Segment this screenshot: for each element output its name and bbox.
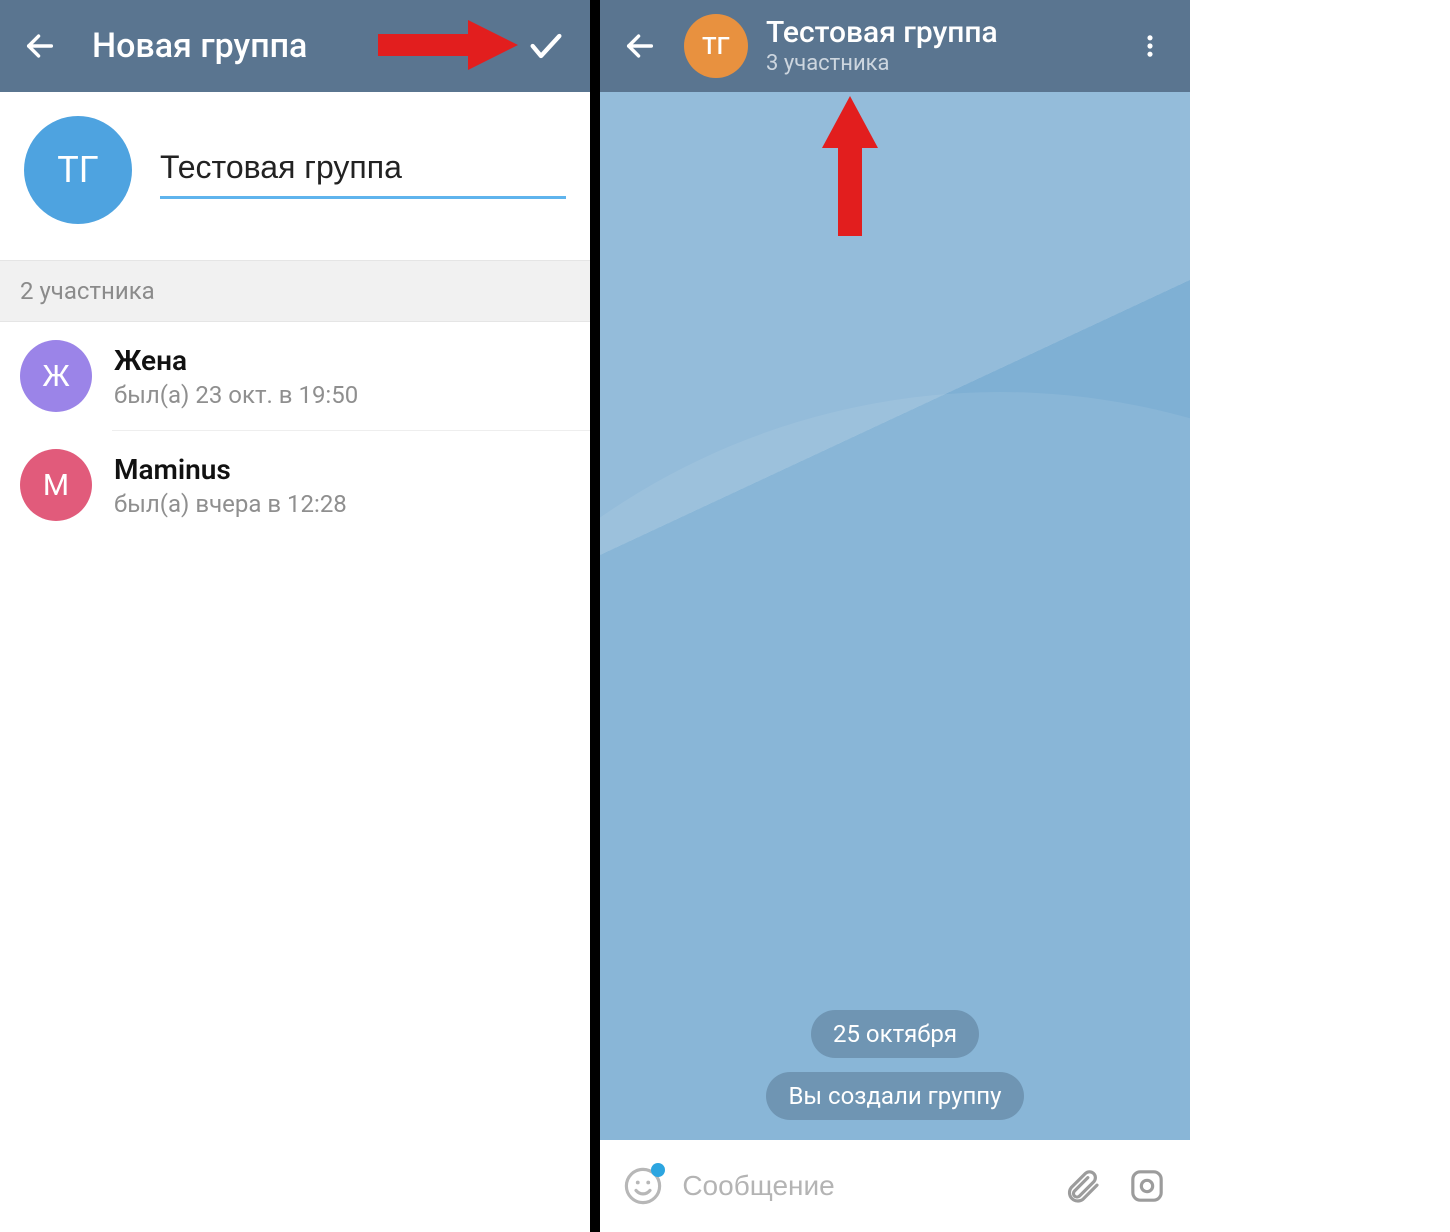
- more-vertical-icon: [1136, 32, 1164, 60]
- chat-header-avatar-initials: ТГ: [702, 32, 730, 60]
- group-avatar-initials: ТГ: [57, 149, 99, 191]
- group-avatar[interactable]: ТГ: [24, 116, 132, 224]
- emoji-button[interactable]: [618, 1160, 668, 1212]
- appbar-right: ТГ Тестовая группа 3 участника: [600, 0, 1190, 92]
- attach-button[interactable]: [1057, 1160, 1107, 1212]
- service-message: Вы создали группу: [766, 1072, 1023, 1120]
- group-chat-screen: ТГ Тестовая группа 3 участника 25 октябр…: [600, 0, 1190, 1232]
- message-composer: [600, 1140, 1190, 1232]
- member-name: Жена: [114, 344, 358, 377]
- annotation-arrow-up: [820, 96, 880, 236]
- confirm-button[interactable]: [522, 22, 570, 70]
- message-input[interactable]: [682, 1170, 1043, 1202]
- member-name: Maminus: [114, 453, 347, 486]
- chat-background: 25 октября Вы создали группу: [600, 92, 1190, 1140]
- members-count-header: 2 участника: [0, 260, 590, 322]
- member-avatar: М: [20, 449, 92, 521]
- back-button[interactable]: [616, 22, 664, 70]
- new-group-screen: Новая группа ТГ 2 участника Ж Жена был(а…: [0, 0, 590, 1232]
- member-status: был(а) вчера в 12:28: [114, 490, 347, 518]
- voice-video-button[interactable]: [1122, 1160, 1172, 1212]
- member-avatar-initial: Ж: [42, 359, 69, 394]
- member-row[interactable]: Ж Жена был(а) 23 окт. в 19:50: [0, 322, 590, 430]
- chat-header-avatar[interactable]: ТГ: [684, 14, 748, 78]
- arrow-left-icon: [623, 29, 657, 63]
- member-row[interactable]: М Maminus был(а) вчера в 12:28: [0, 431, 590, 539]
- system-messages: 25 октября Вы создали группу: [600, 1010, 1190, 1120]
- member-avatar: Ж: [20, 340, 92, 412]
- group-name-input[interactable]: [160, 141, 566, 199]
- member-avatar-initial: М: [43, 468, 69, 503]
- group-name-section: ТГ: [0, 92, 590, 260]
- paperclip-icon: [1062, 1166, 1102, 1206]
- screens-divider: [590, 0, 600, 1232]
- blank-area: [1190, 0, 1450, 1232]
- more-button[interactable]: [1126, 22, 1174, 70]
- member-status: был(а) 23 окт. в 19:50: [114, 381, 358, 409]
- chat-title: Тестовая группа: [766, 16, 1126, 49]
- annotation-arrow-right: [378, 18, 518, 72]
- chat-header-meta[interactable]: Тестовая группа 3 участника: [766, 16, 1126, 76]
- check-icon: [526, 26, 566, 66]
- arrow-left-icon: [23, 29, 57, 63]
- back-button[interactable]: [16, 22, 64, 70]
- camera-record-icon: [1127, 1166, 1167, 1206]
- chat-subtitle: 3 участника: [766, 51, 1126, 76]
- date-pill: 25 октября: [811, 1010, 979, 1058]
